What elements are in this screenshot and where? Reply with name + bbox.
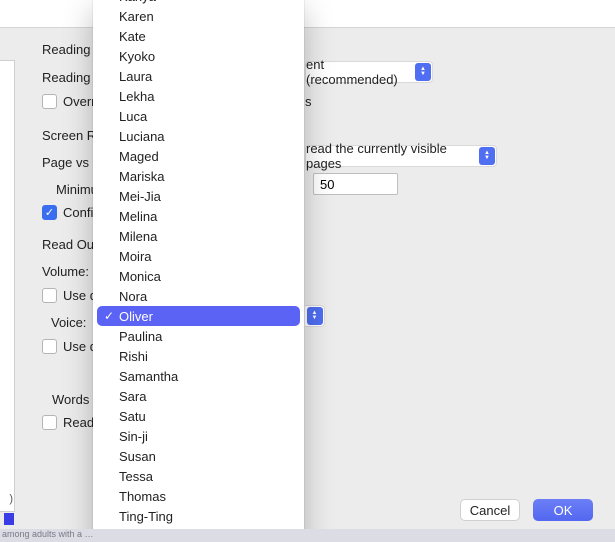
voice-option[interactable]: Nora: [93, 286, 304, 306]
voice-option[interactable]: Milena: [93, 226, 304, 246]
section-read-out-loud: Read Out: [42, 237, 98, 252]
voice-option-label: Monica: [119, 269, 161, 284]
voice-option[interactable]: Rishi: [93, 346, 304, 366]
voice-option-label: Sara: [119, 389, 146, 404]
cancel-button[interactable]: Cancel: [460, 499, 520, 521]
voice-option-label: Mei-Jia: [119, 189, 161, 204]
voice-option-label: Maged: [119, 149, 159, 164]
voice-option-label: Nora: [119, 289, 147, 304]
reading-order-popup[interactable]: ent (recommended): [305, 61, 433, 83]
voice-option[interactable]: Moira: [93, 246, 304, 266]
voice-option[interactable]: Thomas: [93, 486, 304, 506]
voice-option-label: Rishi: [119, 349, 148, 364]
ok-button[interactable]: OK: [533, 499, 593, 521]
label-words-per-min: Words: [52, 392, 89, 407]
use-default-voice-checkbox[interactable]: [42, 339, 57, 354]
voice-option-label: Thomas: [119, 489, 166, 504]
minimum-pages-field[interactable]: [313, 173, 398, 195]
voice-option-label: Luciana: [119, 129, 165, 144]
updown-icon: [479, 147, 495, 165]
section-screen-reader: Screen R: [42, 128, 96, 143]
section-reading-order: Reading: [42, 42, 90, 57]
page-vs-popup[interactable]: read the currently visible pages: [305, 145, 497, 167]
voice-option-label: Karen: [119, 9, 154, 24]
voice-option[interactable]: Melina: [93, 206, 304, 226]
cancel-button-label: Cancel: [470, 503, 510, 518]
voice-option[interactable]: Kate: [93, 26, 304, 46]
confirm-label: Confi: [63, 205, 93, 220]
voice-option-label: Sin-ji: [119, 429, 148, 444]
voice-option[interactable]: Kyoko: [93, 46, 304, 66]
ok-button-label: OK: [554, 503, 573, 518]
voice-option-label: Oliver: [119, 309, 153, 324]
voice-option[interactable]: Mariska: [93, 166, 304, 186]
label-voice: Voice:: [51, 315, 86, 330]
reading-order-value: ent (recommended): [306, 57, 410, 87]
voice-option[interactable]: Samantha: [93, 366, 304, 386]
voice-option[interactable]: Mei-Jia: [93, 186, 304, 206]
voice-option[interactable]: Sara: [93, 386, 304, 406]
voice-option-label: Tessa: [119, 469, 153, 484]
voice-option[interactable]: Susan: [93, 446, 304, 466]
voice-option[interactable]: Luca: [93, 106, 304, 126]
sidebar-edge-label: ): [9, 493, 13, 505]
voice-option-label: Moira: [119, 249, 152, 264]
voice-popup[interactable]: [305, 305, 325, 327]
label-minimum: Minimu: [56, 182, 98, 197]
override-checkbox[interactable]: [42, 94, 57, 109]
voice-option-label: Kate: [119, 29, 146, 44]
voice-option[interactable]: Ting-Ting: [93, 506, 304, 526]
sidebar-edge: ): [0, 60, 15, 512]
voice-option-label: Milena: [119, 229, 157, 244]
voice-option[interactable]: Paulina: [93, 326, 304, 346]
voice-option[interactable]: Luciana: [93, 126, 304, 146]
voice-option-label: Kyoko: [119, 49, 155, 64]
preferences-panel: ) Reading Reading ent (recommended) s Ov…: [15, 28, 615, 542]
label-reading-order: Reading: [42, 70, 90, 85]
voice-option[interactable]: Monica: [93, 266, 304, 286]
sidebar-selection-indicator: [4, 513, 14, 525]
confirm-checkbox[interactable]: ✓: [42, 205, 57, 220]
voice-option-label: Mariska: [119, 169, 165, 184]
label-volume: Volume:: [42, 264, 89, 279]
use-default-volume-checkbox[interactable]: [42, 288, 57, 303]
use-default-volume-label: Use d: [63, 288, 97, 303]
page-vs-value: read the currently visible pages: [306, 141, 474, 171]
voice-option-label: Lekha: [119, 89, 154, 104]
voice-option[interactable]: Satu: [93, 406, 304, 426]
voice-option-label: Melina: [119, 209, 157, 224]
voice-dropdown-menu[interactable]: KanyaKarenKateKyokoLauraLekhaLucaLuciana…: [93, 0, 304, 542]
use-default-voice-label: Use d: [63, 339, 97, 354]
label-page-vs: Page vs: [42, 155, 89, 170]
updown-icon: [307, 307, 323, 325]
updown-icon: [415, 63, 431, 81]
voice-option[interactable]: Tessa: [93, 466, 304, 486]
reading-order-line2: s: [305, 94, 312, 109]
voice-option-label: Paulina: [119, 329, 162, 344]
voice-option-label: Luca: [119, 109, 147, 124]
voice-option[interactable]: Maged: [93, 146, 304, 166]
voice-option[interactable]: Lekha: [93, 86, 304, 106]
voice-option-label: Satu: [119, 409, 146, 424]
background-window-strip: among adults with a …: [0, 529, 615, 542]
voice-option[interactable]: Karen: [93, 6, 304, 26]
check-icon: ✓: [104, 309, 114, 323]
voice-option-label: Laura: [119, 69, 152, 84]
voice-option[interactable]: Laura: [93, 66, 304, 86]
read-form-fields-label: Read: [63, 415, 94, 430]
read-form-fields-checkbox[interactable]: [42, 415, 57, 430]
voice-option-label: Ting-Ting: [119, 509, 173, 524]
voice-option[interactable]: ✓ Oliver: [97, 306, 300, 326]
voice-option-label: Samantha: [119, 369, 178, 384]
voice-option-label: Susan: [119, 449, 156, 464]
voice-option[interactable]: Sin-ji: [93, 426, 304, 446]
